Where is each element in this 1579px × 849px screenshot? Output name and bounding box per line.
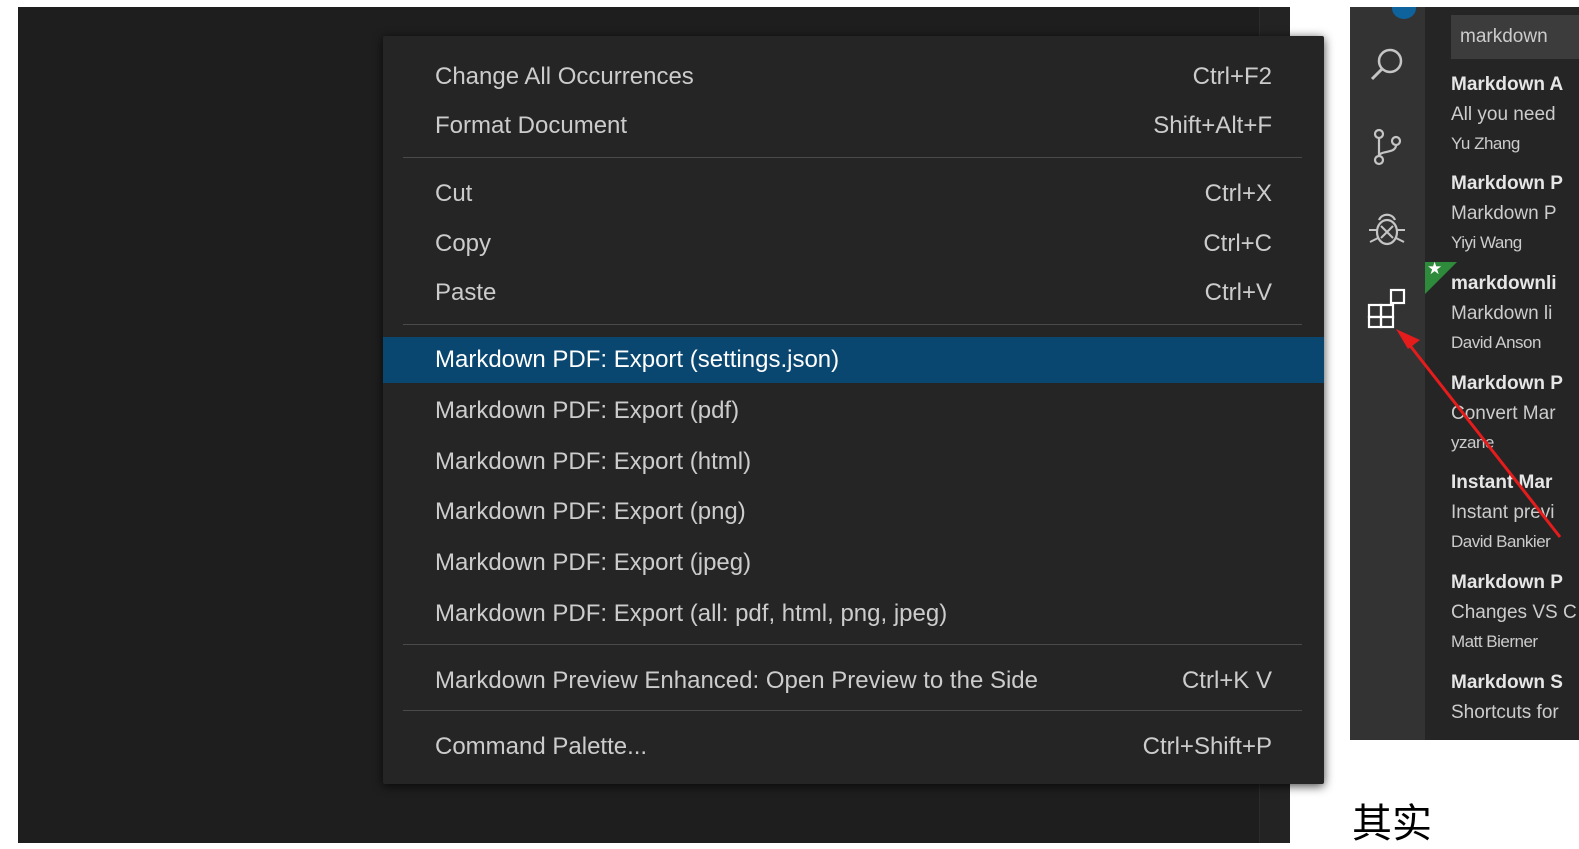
menu-item-label: Markdown PDF: Export (settings.json) [435,346,840,373]
vscode-sidebar-screenshot: markdown Markdown A All you need Yu Zhan… [1350,7,1579,740]
menu-item-label: Markdown Preview Enhanced: Open Preview … [435,667,1038,694]
menu-item-markdown-pdf-export-png[interactable]: Markdown PDF: Export (png) [383,489,1324,535]
menu-item-label: Change All Occurrences [435,63,694,90]
menu-item-format-document[interactable]: Format Document Shift+Alt+F [383,103,1324,149]
article-text: 其实 [1352,801,1432,847]
menu-item-label: Format Document [435,112,628,139]
menu-item-label: Command Palette... [435,733,648,760]
menu-item-shortcut: Ctrl+Shift+P [1142,733,1272,760]
menu-item-shortcut: Ctrl+F2 [1192,63,1272,90]
red-annotation-arrow [1396,329,1562,538]
menu-separator [403,710,1302,711]
menu-item-label: Markdown PDF: Export (png) [435,498,746,525]
context-menu: Change All Occurrences Ctrl+F2 Format Do… [383,36,1324,784]
menu-item-shortcut: Ctrl+X [1204,180,1272,207]
menu-item-label: Markdown PDF: Export (all: pdf, html, pn… [435,600,948,627]
menu-item-label: Markdown PDF: Export (jpeg) [435,549,752,576]
menu-item-label: Markdown PDF: Export (html) [435,448,752,475]
menu-item-markdown-preview-enhanced[interactable]: Markdown Preview Enhanced: Open Preview … [383,658,1324,704]
menu-item-shortcut: Ctrl+K V [1181,667,1272,694]
menu-item-markdown-pdf-export-all[interactable]: Markdown PDF: Export (all: pdf, html, pn… [383,591,1324,637]
menu-item-markdown-pdf-export-pdf[interactable]: Markdown PDF: Export (pdf) [383,388,1324,434]
menu-separator [403,644,1302,645]
menu-item-command-palette[interactable]: Command Palette... Ctrl+Shift+P [383,724,1324,770]
menu-item-label: Cut [435,180,473,207]
menu-item-markdown-pdf-export-html[interactable]: Markdown PDF: Export (html) [383,439,1324,485]
menu-item-change-all-occurrences[interactable]: Change All Occurrences Ctrl+F2 [383,54,1324,100]
menu-item-copy[interactable]: Copy Ctrl+C [383,221,1324,267]
menu-item-shortcut: Shift+Alt+F [1153,112,1272,139]
menu-item-markdown-pdf-export-jpeg[interactable]: Markdown PDF: Export (jpeg) [383,540,1324,586]
menu-item-label: Paste [435,279,497,306]
menu-separator [403,324,1302,325]
menu-item-markdown-pdf-export-settings[interactable]: Markdown PDF: Export (settings.json) [383,337,1324,383]
menu-item-paste[interactable]: Paste Ctrl+V [383,270,1324,316]
menu-item-shortcut: Ctrl+V [1204,279,1272,306]
menu-item-cut[interactable]: Cut Ctrl+X [383,171,1324,217]
menu-item-shortcut: Ctrl+C [1203,230,1272,257]
menu-item-label: Markdown PDF: Export (pdf) [435,397,740,424]
menu-separator [403,157,1302,158]
menu-item-label: Copy [435,230,492,257]
